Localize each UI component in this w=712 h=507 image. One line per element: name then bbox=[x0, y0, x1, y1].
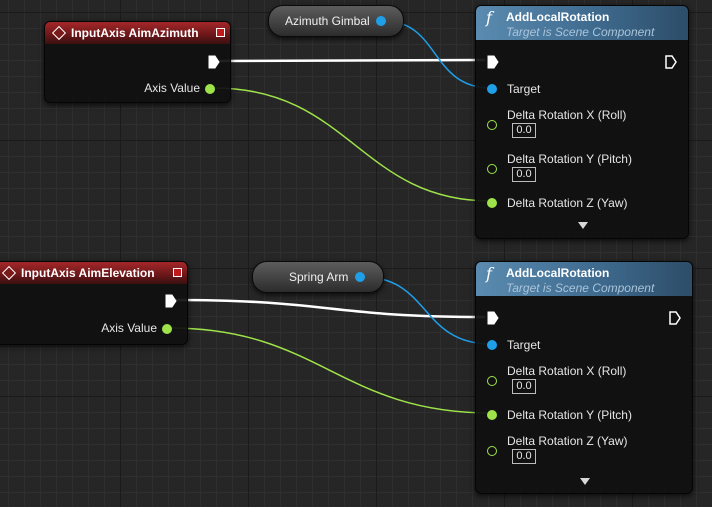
float-wire-elevation[interactable] bbox=[169, 327, 492, 414]
float-pin-icon[interactable] bbox=[487, 120, 497, 130]
event-node-aim-elevation[interactable]: InputAxis AimElevation Axis Value bbox=[0, 261, 188, 345]
target-label: Target bbox=[507, 338, 541, 352]
object-pin-icon[interactable] bbox=[355, 272, 365, 282]
float-pin-icon[interactable] bbox=[487, 198, 497, 208]
exec-in-pin-icon[interactable] bbox=[487, 311, 499, 325]
function-node-subtitle: Target is Scene Component bbox=[506, 25, 655, 39]
axis-value-label: Axis Value bbox=[101, 321, 157, 335]
expand-arrow-icon[interactable] bbox=[578, 222, 588, 229]
function-node-title: AddLocalRotation bbox=[506, 266, 610, 280]
exec-wire-top[interactable] bbox=[216, 58, 486, 63]
delta-rotation-y-label: Delta Rotation Y (Pitch) bbox=[507, 408, 632, 422]
exec-pin-icon[interactable] bbox=[165, 294, 177, 308]
float-pin-icon[interactable] bbox=[487, 410, 497, 420]
event-diamond-icon bbox=[1, 265, 17, 281]
delta-rotation-z-label: Delta Rotation Z (Yaw) bbox=[507, 196, 628, 210]
delta-rotation-z-input[interactable]: 0.0 bbox=[512, 449, 536, 464]
object-pin-icon[interactable] bbox=[487, 84, 497, 94]
function-f-icon: f bbox=[486, 264, 492, 283]
event-node-title: InputAxis AimAzimuth bbox=[71, 26, 199, 40]
delta-rotation-x-label: Delta Rotation X (Roll) bbox=[507, 108, 627, 122]
delta-rotation-x-label: Delta Rotation X (Roll) bbox=[507, 364, 627, 378]
float-pin-icon[interactable] bbox=[487, 164, 497, 174]
object-pin-icon[interactable] bbox=[376, 16, 386, 26]
float-pin-icon[interactable] bbox=[205, 84, 215, 94]
function-node-add-local-rotation-top[interactable]: f AddLocalRotation Target is Scene Compo… bbox=[475, 5, 689, 239]
variable-label: Azimuth Gimbal bbox=[285, 14, 370, 28]
variable-label: Spring Arm bbox=[289, 270, 349, 284]
exec-out-pin-icon[interactable] bbox=[669, 311, 681, 325]
delta-rotation-z-label: Delta Rotation Z (Yaw) bbox=[507, 434, 628, 448]
function-node-subtitle: Target is Scene Component bbox=[506, 281, 655, 295]
function-node-add-local-rotation-bottom[interactable]: f AddLocalRotation Target is Scene Compo… bbox=[475, 261, 693, 494]
event-node-title: InputAxis AimElevation bbox=[21, 266, 155, 280]
event-node-header[interactable]: InputAxis AimElevation bbox=[0, 262, 187, 284]
event-node-aim-azimuth[interactable]: InputAxis AimAzimuth Axis Value bbox=[44, 21, 231, 103]
delta-rotation-y-input[interactable]: 0.0 bbox=[512, 167, 536, 182]
float-pin-icon[interactable] bbox=[162, 324, 172, 334]
variable-node-azimuth-gimbal[interactable]: Azimuth Gimbal bbox=[268, 5, 404, 37]
function-node-header[interactable]: f AddLocalRotation Target is Scene Compo… bbox=[476, 262, 692, 296]
delta-rotation-x-input[interactable]: 0.0 bbox=[512, 123, 536, 138]
delta-rotation-y-label: Delta Rotation Y (Pitch) bbox=[507, 152, 632, 166]
event-node-header[interactable]: InputAxis AimAzimuth bbox=[45, 22, 230, 44]
event-diamond-icon bbox=[51, 25, 67, 41]
delegate-square-icon[interactable] bbox=[216, 28, 225, 37]
float-pin-icon[interactable] bbox=[487, 376, 497, 386]
function-node-title: AddLocalRotation bbox=[506, 10, 610, 24]
axis-value-label: Axis Value bbox=[144, 81, 200, 95]
object-wire-spring[interactable] bbox=[362, 276, 492, 345]
object-pin-icon[interactable] bbox=[487, 340, 497, 350]
float-wire-azimuth[interactable] bbox=[213, 87, 492, 202]
float-pin-icon[interactable] bbox=[487, 446, 497, 456]
exec-pin-icon[interactable] bbox=[208, 55, 220, 69]
function-f-icon: f bbox=[486, 8, 492, 27]
exec-out-pin-icon[interactable] bbox=[665, 55, 677, 69]
delegate-square-icon[interactable] bbox=[173, 268, 182, 277]
variable-node-spring-arm[interactable]: Spring Arm bbox=[252, 261, 384, 293]
exec-in-pin-icon[interactable] bbox=[487, 55, 499, 69]
target-label: Target bbox=[507, 82, 541, 96]
function-node-header[interactable]: f AddLocalRotation Target is Scene Compo… bbox=[476, 6, 688, 40]
exec-wire-bottom[interactable] bbox=[174, 298, 486, 319]
expand-arrow-icon[interactable] bbox=[580, 478, 590, 485]
delta-rotation-x-input[interactable]: 0.0 bbox=[512, 379, 536, 394]
